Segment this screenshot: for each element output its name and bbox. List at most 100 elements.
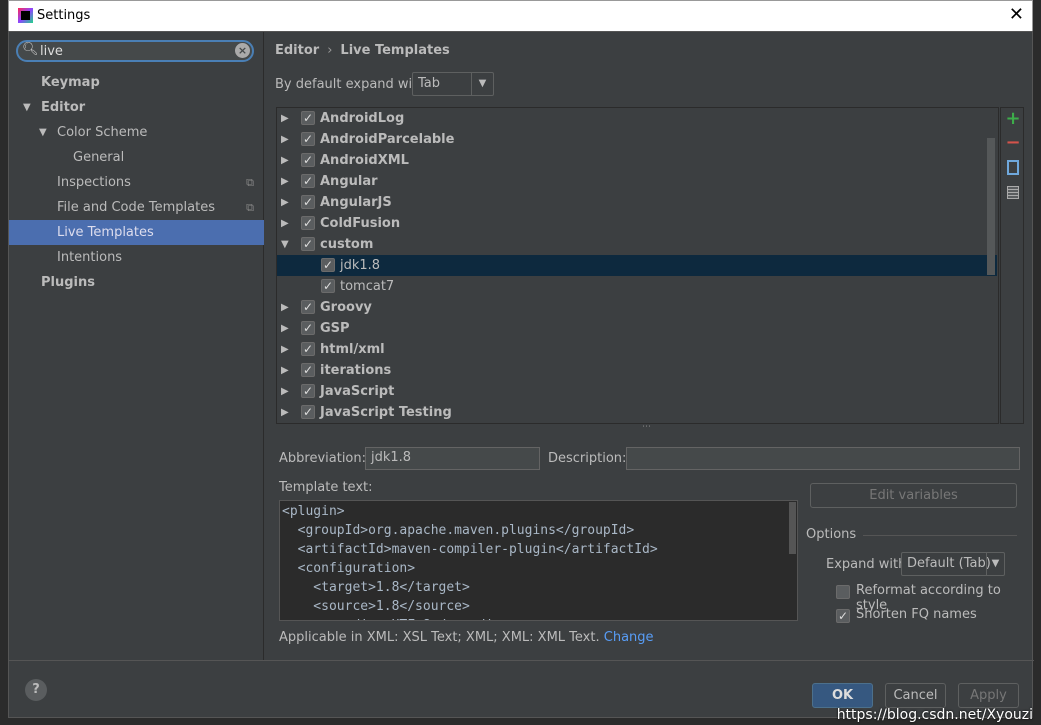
tree-row-label: tomcat7 [340, 279, 395, 294]
checkmark-icon[interactable]: ✓ [301, 216, 315, 230]
tree-row-label: html/xml [320, 342, 385, 357]
tree-row-label: JavaScript Testing [320, 405, 452, 420]
apply-button[interactable]: Apply [958, 683, 1019, 708]
tree-row[interactable]: ▶ ✓ AndroidXML [277, 150, 997, 171]
tree-row[interactable]: ▼ ✓ custom [277, 234, 997, 255]
tree-row[interactable]: ▶ ✓ AndroidParcelable [277, 129, 997, 150]
description-input[interactable] [626, 447, 1020, 470]
collapsed-arrow-icon[interactable]: ▶ [281, 402, 289, 423]
sidebar-item-editor[interactable]: ▼ Editor [9, 95, 264, 120]
tree-row[interactable]: ▶ ✓ Angular [277, 171, 997, 192]
add-icon[interactable]: + [1005, 108, 1021, 129]
collapsed-arrow-icon[interactable]: ▶ [281, 192, 289, 213]
code-scrollbar[interactable] [789, 502, 796, 554]
tree-row[interactable]: ▶ ✓ GSP [277, 318, 997, 339]
sidebar-item-label: Color Scheme [57, 125, 148, 140]
templates-tree: ▶ ✓ AndroidLog ▶ ✓ AndroidParcelable ▶ ✓ Android… [276, 107, 999, 424]
collapsed-arrow-icon[interactable]: ▶ [281, 129, 289, 150]
checkmark-icon[interactable]: ✓ [301, 384, 315, 398]
sidebar-item-inspections[interactable]: Inspections ⧉ [9, 170, 264, 195]
sidebar-item-general[interactable]: General [9, 145, 264, 170]
change-link[interactable]: Change [604, 630, 654, 645]
collapsed-arrow-icon[interactable]: ▶ [281, 339, 289, 360]
tree-row-label: iterations [320, 363, 392, 378]
tree-row[interactable]: ▶ ✓ AngularJS [277, 192, 997, 213]
expanded-arrow-icon[interactable]: ▼ [39, 120, 47, 145]
sidebar-item-intentions[interactable]: Intentions [9, 245, 264, 270]
collapsed-arrow-icon[interactable]: ▶ [281, 360, 289, 381]
checkmark-icon[interactable]: ✓ [301, 195, 315, 209]
collapsed-arrow-icon[interactable]: ▶ [281, 297, 289, 318]
tree-row[interactable]: ▶ ✓ iterations [277, 360, 997, 381]
tree-row[interactable]: ▶ ✓ JavaScript Testing [277, 402, 997, 423]
sidebar-item-label: Plugins [41, 275, 95, 290]
clear-search-icon[interactable]: × [235, 43, 250, 58]
tree-row[interactable]: ✓ jdk1.8 [277, 255, 997, 276]
tree-scrollbar[interactable] [987, 138, 995, 275]
sidebar-item-color-scheme[interactable]: ▼ Color Scheme [9, 120, 264, 145]
tree-row[interactable]: ▶ ✓ html/xml [277, 339, 997, 360]
tree-row[interactable]: ▶ ✓ Groovy [277, 297, 997, 318]
chevron-down-icon[interactable]: ▼ [471, 73, 493, 95]
breadcrumb-parent[interactable]: Editor [275, 43, 319, 58]
collapsed-arrow-icon[interactable]: ▶ [281, 381, 289, 402]
chevron-down-icon[interactable]: ▼ [986, 553, 1004, 575]
checkmark-icon[interactable]: ✓ [301, 237, 315, 251]
checkmark-icon[interactable]: ✓ [301, 363, 315, 377]
tree-row-label: AngularJS [320, 195, 392, 210]
template-text-editor[interactable]: <plugin> <groupId>org.apache.maven.plugi… [279, 500, 798, 621]
checkmark-icon[interactable]: ✓ [301, 153, 315, 167]
collapsed-arrow-icon[interactable]: ▶ [281, 171, 289, 192]
abbreviation-input[interactable]: jdk1.8 [365, 447, 540, 470]
sidebar-item-label: Keymap [41, 75, 100, 90]
abbreviation-label: Abbreviation: [279, 451, 367, 466]
ok-button[interactable]: OK [812, 683, 873, 708]
help-button[interactable]: ? [25, 679, 47, 701]
checkmark-icon[interactable]: ✓ [301, 342, 315, 356]
search-input[interactable]: 🔍︎ live × [16, 40, 254, 62]
collapsed-arrow-icon[interactable]: ▶ [281, 108, 289, 129]
template-group-icon[interactable] [1007, 186, 1019, 199]
checkmark-icon[interactable]: ✓ [321, 279, 335, 293]
splitter-handle[interactable]: ⋯ [642, 422, 651, 432]
sidebar-item-label: Editor [41, 100, 86, 115]
options-expand-label: Expand with [826, 557, 907, 572]
remove-icon[interactable]: − [1005, 132, 1021, 153]
sidebar-item-live-templates[interactable]: Live Templates [9, 220, 264, 245]
collapsed-arrow-icon[interactable]: ▶ [281, 150, 289, 171]
watermark: https://blog.csdn.net/Xyouzi [836, 707, 1033, 723]
tree-row[interactable]: ▶ ✓ AndroidLog [277, 108, 997, 129]
cancel-button[interactable]: Cancel [885, 683, 946, 708]
collapsed-arrow-icon[interactable]: ▶ [281, 318, 289, 339]
sidebar-item-file-and-code-templates[interactable]: File and Code Templates ⧉ [9, 195, 264, 220]
search-value: live [40, 44, 63, 59]
sidebar-item-keymap[interactable]: Keymap [9, 70, 264, 95]
tree-row-label: jdk1.8 [340, 258, 381, 273]
collapsed-arrow-icon[interactable]: ▶ [281, 213, 289, 234]
expanded-arrow-icon[interactable]: ▼ [23, 95, 31, 120]
reformat-checkbox[interactable]: Reformat according to style [836, 582, 1026, 613]
checkmark-icon[interactable]: ✓ [301, 405, 315, 419]
breadcrumb-current: Live Templates [340, 43, 450, 58]
tree-row[interactable]: ▶ ✓ ColdFusion [277, 213, 997, 234]
checkmark-icon[interactable]: ✓ [321, 258, 335, 272]
expand-value: Tab [418, 76, 441, 91]
checkmark-icon[interactable]: ✓ [301, 132, 315, 146]
options-expand-select[interactable]: Default (Tab) ▼ [901, 552, 1005, 576]
edit-variables-button[interactable]: Edit variables [810, 483, 1017, 508]
template-text-label: Template text: [279, 480, 373, 495]
copy-icon[interactable] [1007, 160, 1019, 175]
expand-select[interactable]: Tab ▼ [412, 72, 494, 96]
checkbox-unchecked[interactable] [836, 585, 850, 599]
close-icon[interactable]: ✕ [1009, 4, 1024, 25]
checkmark-icon[interactable]: ✓ [301, 321, 315, 335]
checkmark-icon[interactable]: ✓ [836, 609, 850, 623]
tree-row[interactable]: ▶ ✓ JavaScript [277, 381, 997, 402]
checkmark-icon[interactable]: ✓ [301, 300, 315, 314]
expanded-arrow-icon[interactable]: ▼ [281, 234, 289, 255]
checkmark-icon[interactable]: ✓ [301, 111, 315, 125]
checkmark-icon[interactable]: ✓ [301, 174, 315, 188]
shorten-fq-checkbox[interactable]: ✓ Shorten FQ names [836, 606, 1026, 626]
sidebar-item-plugins[interactable]: Plugins [9, 270, 264, 295]
tree-row[interactable]: ✓ tomcat7 [277, 276, 997, 297]
